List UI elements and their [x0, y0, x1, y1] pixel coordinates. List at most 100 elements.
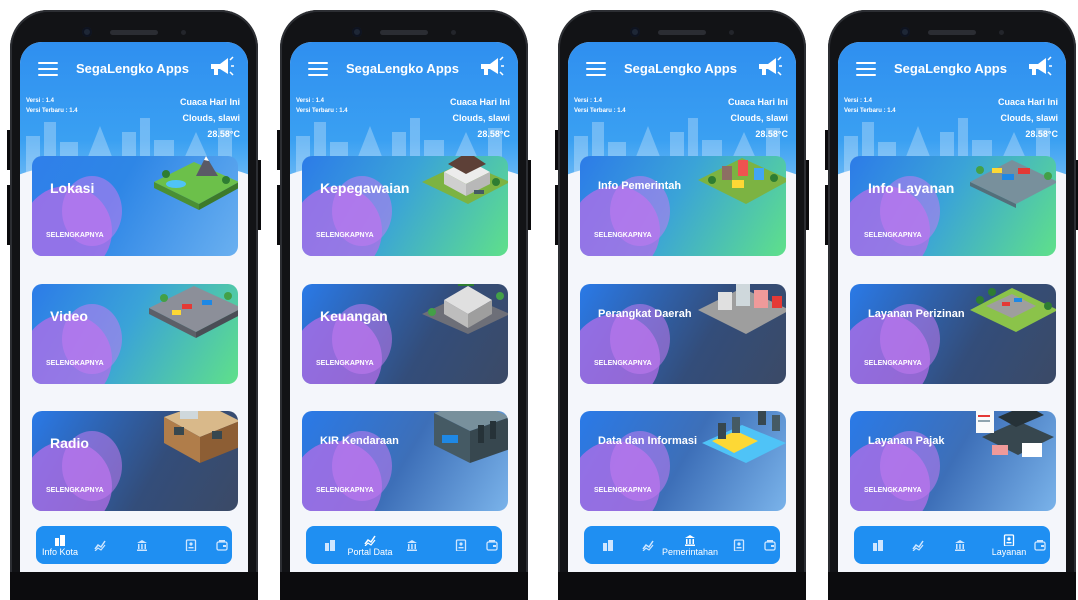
app-screen: SegaLengko Apps Versi : 1.4 Versi Terbaru …: [290, 42, 518, 572]
government-icon: [407, 540, 417, 551]
government-icon: [137, 540, 147, 551]
weather-description: Clouds, slawi: [182, 113, 240, 123]
menu-card[interactable]: Radio SELENGKAPNYA: [32, 411, 238, 511]
card-title: Info Layanan: [868, 180, 955, 196]
see-more-link[interactable]: SELENGKAPNYA: [594, 232, 652, 239]
see-more-link[interactable]: SELENGKAPNYA: [594, 360, 652, 367]
latest-version-label: Versi Terbaru : 1.4: [26, 108, 78, 114]
nav-item-4[interactable]: [758, 526, 782, 564]
card-title: Data dan Informasi: [598, 435, 698, 447]
chart-line-icon: [642, 540, 654, 551]
see-more-link[interactable]: SELENGKAPNYA: [46, 487, 104, 494]
volume-up-button: [277, 130, 280, 170]
hamburger-menu-icon[interactable]: [586, 62, 606, 76]
parking-lot-illustration: [970, 160, 1056, 208]
service-id-icon: [185, 539, 197, 551]
weather-title: Cuaca Hari Ini: [727, 97, 788, 107]
nav-item-2[interactable]: [948, 526, 972, 564]
weather-temperature: 28.58°C: [477, 129, 510, 139]
nav-item-1[interactable]: Portal Data: [338, 526, 402, 564]
menu-card[interactable]: Perangkat Daerah SELENGKAPNYA: [580, 284, 786, 384]
nav-item-1[interactable]: [906, 526, 930, 564]
menu-card[interactable]: Lokasi SELENGKAPNYA: [32, 156, 238, 256]
see-more-link[interactable]: SELENGKAPNYA: [864, 232, 922, 239]
see-more-link[interactable]: SELENGKAPNYA: [316, 360, 374, 367]
earpiece-speaker: [658, 30, 706, 35]
nav-item-2[interactable]: Pemerintahan: [658, 526, 722, 564]
nav-item-4[interactable]: [480, 526, 504, 564]
see-more-link[interactable]: SELENGKAPNYA: [316, 232, 374, 239]
see-more-link[interactable]: SELENGKAPNYA: [46, 232, 104, 239]
house-illustration: [422, 156, 508, 204]
card-title: KIR Kendaraan: [320, 435, 399, 447]
weather-title: Cuaca Hari Ini: [449, 97, 510, 107]
menu-card[interactable]: KIR Kendaraan SELENGKAPNYA: [302, 411, 508, 511]
latest-version-label: Versi Terbaru : 1.4: [296, 108, 348, 114]
menu-card[interactable]: Info Layanan SELENGKAPNYA: [850, 156, 1056, 256]
version-label: Versi : 1.4: [574, 98, 603, 104]
documents-laptop-illustration: [976, 411, 1054, 457]
proximity-sensor: [451, 30, 456, 35]
nav-item-0[interactable]: Info Kota: [28, 526, 92, 564]
phone-chin: [10, 572, 258, 600]
menu-card[interactable]: Kepegawaian SELENGKAPNYA: [302, 156, 508, 256]
weather-title: Cuaca Hari Ini: [997, 97, 1058, 107]
service-id-icon: [733, 539, 745, 551]
app-title: SegaLengko Apps: [894, 61, 1007, 76]
weather-description: Clouds, slawi: [730, 113, 788, 123]
hamburger-menu-icon[interactable]: [856, 62, 876, 76]
government-icon: [685, 534, 695, 546]
proximity-sensor: [181, 30, 186, 35]
volume-down-button: [7, 185, 10, 245]
phone-frame: SegaLengko Apps Versi : 1.4 Versi Terbaru …: [277, 10, 531, 600]
proximity-sensor: [729, 30, 734, 35]
see-more-link[interactable]: SELENGKAPNYA: [316, 487, 374, 494]
nav-item-0[interactable]: [866, 526, 890, 564]
nav-item-4[interactable]: [210, 526, 234, 564]
app-screen: SegaLengko Apps Versi : 1.4 Versi Terbaru …: [838, 42, 1066, 572]
see-more-link[interactable]: SELENGKAPNYA: [864, 360, 922, 367]
front-camera-icon: [352, 27, 362, 37]
earpiece-speaker: [928, 30, 976, 35]
wallet-icon: [764, 540, 776, 551]
chart-line-icon: [912, 540, 924, 551]
card-title: Keuangan: [320, 308, 388, 324]
version-label: Versi : 1.4: [296, 98, 325, 104]
hamburger-menu-icon[interactable]: [38, 62, 58, 76]
see-more-link[interactable]: SELENGKAPNYA: [46, 360, 104, 367]
power-button: [258, 160, 261, 230]
traffic-road-illustration: [149, 286, 238, 338]
studio-room-illustration: [164, 411, 238, 463]
menu-card[interactable]: Layanan Perizinan SELENGKAPNYA: [850, 284, 1056, 384]
volume-up-button: [555, 130, 558, 170]
nav-item-1[interactable]: [636, 526, 660, 564]
menu-card[interactable]: Layanan Pajak SELENGKAPNYA: [850, 411, 1056, 511]
latest-version-label: Versi Terbaru : 1.4: [574, 108, 626, 114]
bottom-navigation: Info Kota: [36, 526, 232, 564]
see-more-link[interactable]: SELENGKAPNYA: [864, 487, 922, 494]
nav-item-1[interactable]: [88, 526, 112, 564]
menu-card[interactable]: Data dan Informasi SELENGKAPNYA: [580, 411, 786, 511]
version-label: Versi : 1.4: [26, 98, 55, 104]
version-label: Versi : 1.4: [844, 98, 873, 104]
nav-item-2[interactable]: [130, 526, 154, 564]
menu-card[interactable]: Video SELENGKAPNYA: [32, 284, 238, 384]
nav-item-0[interactable]: [596, 526, 620, 564]
front-camera-icon: [630, 27, 640, 37]
app-title: SegaLengko Apps: [76, 61, 189, 76]
nav-item-2[interactable]: [400, 526, 424, 564]
earpiece-speaker: [380, 30, 428, 35]
menu-card[interactable]: Info Pemerintah SELENGKAPNYA: [580, 156, 786, 256]
city-icon: [325, 540, 335, 551]
hamburger-menu-icon[interactable]: [308, 62, 328, 76]
nav-item-4[interactable]: [1028, 526, 1052, 564]
city-icon: [603, 540, 613, 551]
nav-item-3[interactable]: [449, 526, 473, 564]
nav-item-3[interactable]: [179, 526, 203, 564]
see-more-link[interactable]: SELENGKAPNYA: [594, 487, 652, 494]
government-icon: [955, 540, 965, 551]
card-title: Layanan Perizinan: [868, 308, 965, 320]
nav-item-3[interactable]: [727, 526, 751, 564]
app-screen: SegaLengko Apps Versi : 1.4 Versi Terbaru …: [568, 42, 796, 572]
menu-card[interactable]: Keuangan SELENGKAPNYA: [302, 284, 508, 384]
